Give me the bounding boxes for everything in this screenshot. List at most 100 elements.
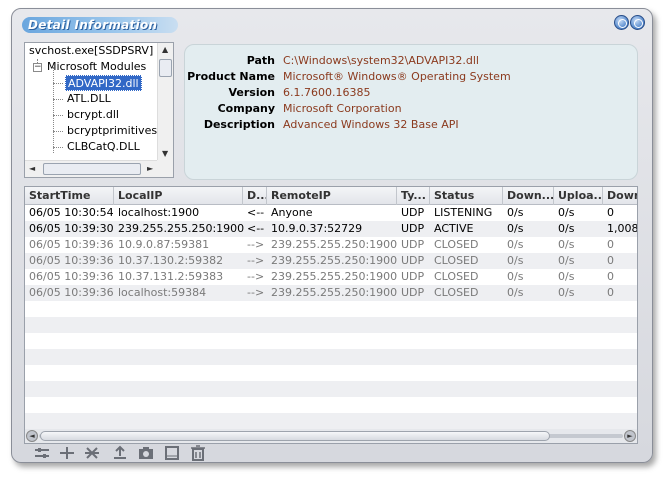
scroll-left-icon[interactable]: ◄ (29, 164, 35, 174)
table-row[interactable]: 06/05 10:39:36 localhost:59384 --> 239.2… (25, 285, 637, 301)
window-title: Detail Information (28, 18, 158, 32)
cell-direction: <-- (247, 206, 265, 219)
cell-localip: 10.37.130.2:59382 (118, 254, 224, 267)
cell-remoteip: 239.255.255.250:1900 (271, 286, 398, 299)
filter-icon[interactable] (34, 445, 50, 461)
camera-icon[interactable] (138, 445, 154, 461)
tree-line (53, 83, 63, 84)
upload-icon[interactable] (112, 445, 128, 461)
column-header-upload-rate[interactable]: Uploa... (554, 187, 603, 205)
scroll-thumb[interactable] (43, 163, 141, 175)
cell-localip: 10.9.0.87:59381 (118, 238, 210, 251)
detail-row-description: Description Advanced Windows 32 Base API (185, 117, 637, 133)
table-row[interactable]: 06/05 10:39:36 10.37.130.2:59382 --> 239… (25, 253, 637, 269)
product-name-label: Product Name (187, 70, 275, 83)
split-icon[interactable] (59, 445, 75, 461)
tree-horizontal-scrollbar[interactable]: ◄ ► (25, 160, 158, 177)
empty-row (25, 301, 637, 317)
empty-row (25, 381, 637, 397)
table-row[interactable]: 06/05 10:39:30 239.255.255.250:1900 <-- … (25, 221, 637, 237)
company-value: Microsoft Corporation (283, 102, 402, 115)
cell-download: 0 (607, 206, 614, 219)
column-header-type[interactable]: Ty... (397, 187, 430, 205)
tree-item-advapi32[interactable]: ADVAPI32.dll (65, 75, 142, 91)
column-header-remoteip[interactable]: RemoteIP (267, 187, 397, 205)
column-header-download[interactable]: Down (603, 187, 637, 205)
table-row[interactable]: 06/05 10:39:36 10.9.0.87:59381 --> 239.2… (25, 237, 637, 253)
cell-direction: --> (247, 270, 265, 283)
cell-type: UDP (401, 238, 425, 251)
cell-download-rate: 0/s (507, 270, 524, 283)
scroll-thumb[interactable] (159, 59, 172, 77)
detail-information-window: Detail Information svchost.exe[SSDPSRV] … (11, 8, 653, 463)
version-label: Version (228, 86, 275, 99)
tree-line (53, 115, 63, 116)
cell-download: 0 (607, 270, 614, 283)
cross-icon[interactable] (84, 445, 100, 461)
tree-vertical-scrollbar[interactable]: ▲ ▼ (157, 43, 173, 161)
cell-remoteip: Anyone (271, 206, 313, 219)
tree-item-atl[interactable]: ATL.DLL (67, 91, 111, 107)
cell-status: CLOSED (434, 238, 479, 251)
detail-row-version: Version 6.1.7600.16385 (185, 85, 637, 101)
tree-line (53, 99, 63, 100)
scroll-up-icon[interactable]: ▲ (162, 45, 168, 55)
close-button[interactable] (630, 15, 645, 30)
cell-upload-rate: 0/s (558, 254, 575, 267)
table-horizontal-scrollbar[interactable]: ◄ ► (25, 429, 637, 443)
scroll-corner (157, 160, 173, 177)
module-tree[interactable]: svchost.exe[SSDPSRV] − Microsoft Modules… (24, 42, 174, 178)
cell-download: 0 (607, 238, 614, 251)
tree-line (53, 131, 63, 132)
cell-direction: --> (247, 238, 265, 251)
table-row[interactable]: 06/05 10:39:36 10.37.131.2:59383 --> 239… (25, 269, 637, 285)
description-label: Description (203, 118, 275, 131)
cell-type: UDP (401, 254, 425, 267)
cell-upload-rate: 0/s (558, 238, 575, 251)
empty-row (25, 317, 637, 333)
cell-upload-rate: 0/s (558, 222, 575, 235)
cell-direction: <-- (247, 222, 265, 235)
cell-starttime: 06/05 10:39:36 (29, 238, 114, 251)
cell-download-rate: 0/s (507, 238, 524, 251)
column-header-starttime[interactable]: StartTime (25, 187, 114, 205)
tree-item-clbcatq[interactable]: CLBCatQ.DLL (67, 139, 140, 155)
detail-row-company: Company Microsoft Corporation (185, 101, 637, 117)
empty-row (25, 349, 637, 365)
cell-type: UDP (401, 206, 425, 219)
connections-table[interactable]: StartTime LocalIP D... RemoteIP Ty... St… (24, 186, 638, 444)
title-bar[interactable]: Detail Information (12, 9, 652, 37)
tree-item-bcryptprimitives[interactable]: bcryptprimitives.dll (67, 123, 158, 139)
cell-starttime: 06/05 10:30:54 (29, 206, 114, 219)
book-icon[interactable] (164, 445, 180, 461)
column-header-status[interactable]: Status (430, 187, 503, 205)
column-header-download-rate[interactable]: Down... (503, 187, 554, 205)
scroll-right-icon[interactable]: ► (624, 430, 636, 442)
tree-item-microsoft-modules[interactable]: Microsoft Modules (47, 59, 146, 75)
cell-starttime: 06/05 10:39:36 (29, 286, 114, 299)
cell-type: UDP (401, 222, 425, 235)
trash-icon[interactable] (190, 445, 206, 461)
cell-download-rate: 0/s (507, 286, 524, 299)
scroll-right-icon[interactable]: ► (147, 164, 153, 174)
cell-type: UDP (401, 286, 425, 299)
cell-download-rate: 0/s (507, 222, 524, 235)
column-header-localip[interactable]: LocalIP (114, 187, 243, 205)
empty-row (25, 397, 637, 413)
collapse-icon[interactable]: − (33, 63, 42, 72)
cell-remoteip: 10.9.0.37:52729 (271, 222, 363, 235)
empty-row (25, 413, 637, 429)
cell-starttime: 06/05 10:39:36 (29, 254, 114, 267)
version-value: 6.1.7600.16385 (283, 86, 371, 99)
tree-item-process[interactable]: svchost.exe[SSDPSRV] (29, 43, 153, 59)
tree-content: svchost.exe[SSDPSRV] − Microsoft Modules… (25, 43, 158, 160)
column-header-direction[interactable]: D... (243, 187, 267, 205)
scroll-down-icon[interactable]: ▼ (162, 149, 168, 159)
minimize-button[interactable] (614, 15, 629, 30)
table-header: StartTime LocalIP D... RemoteIP Ty... St… (25, 187, 637, 205)
table-row[interactable]: 06/05 10:30:54 localhost:1900 <-- Anyone… (25, 205, 637, 221)
scroll-left-icon[interactable]: ◄ (26, 430, 38, 442)
cell-remoteip: 239.255.255.250:1900 (271, 238, 398, 251)
tree-item-bcrypt[interactable]: bcrypt.dll (67, 107, 119, 123)
scroll-thumb[interactable] (40, 431, 550, 441)
